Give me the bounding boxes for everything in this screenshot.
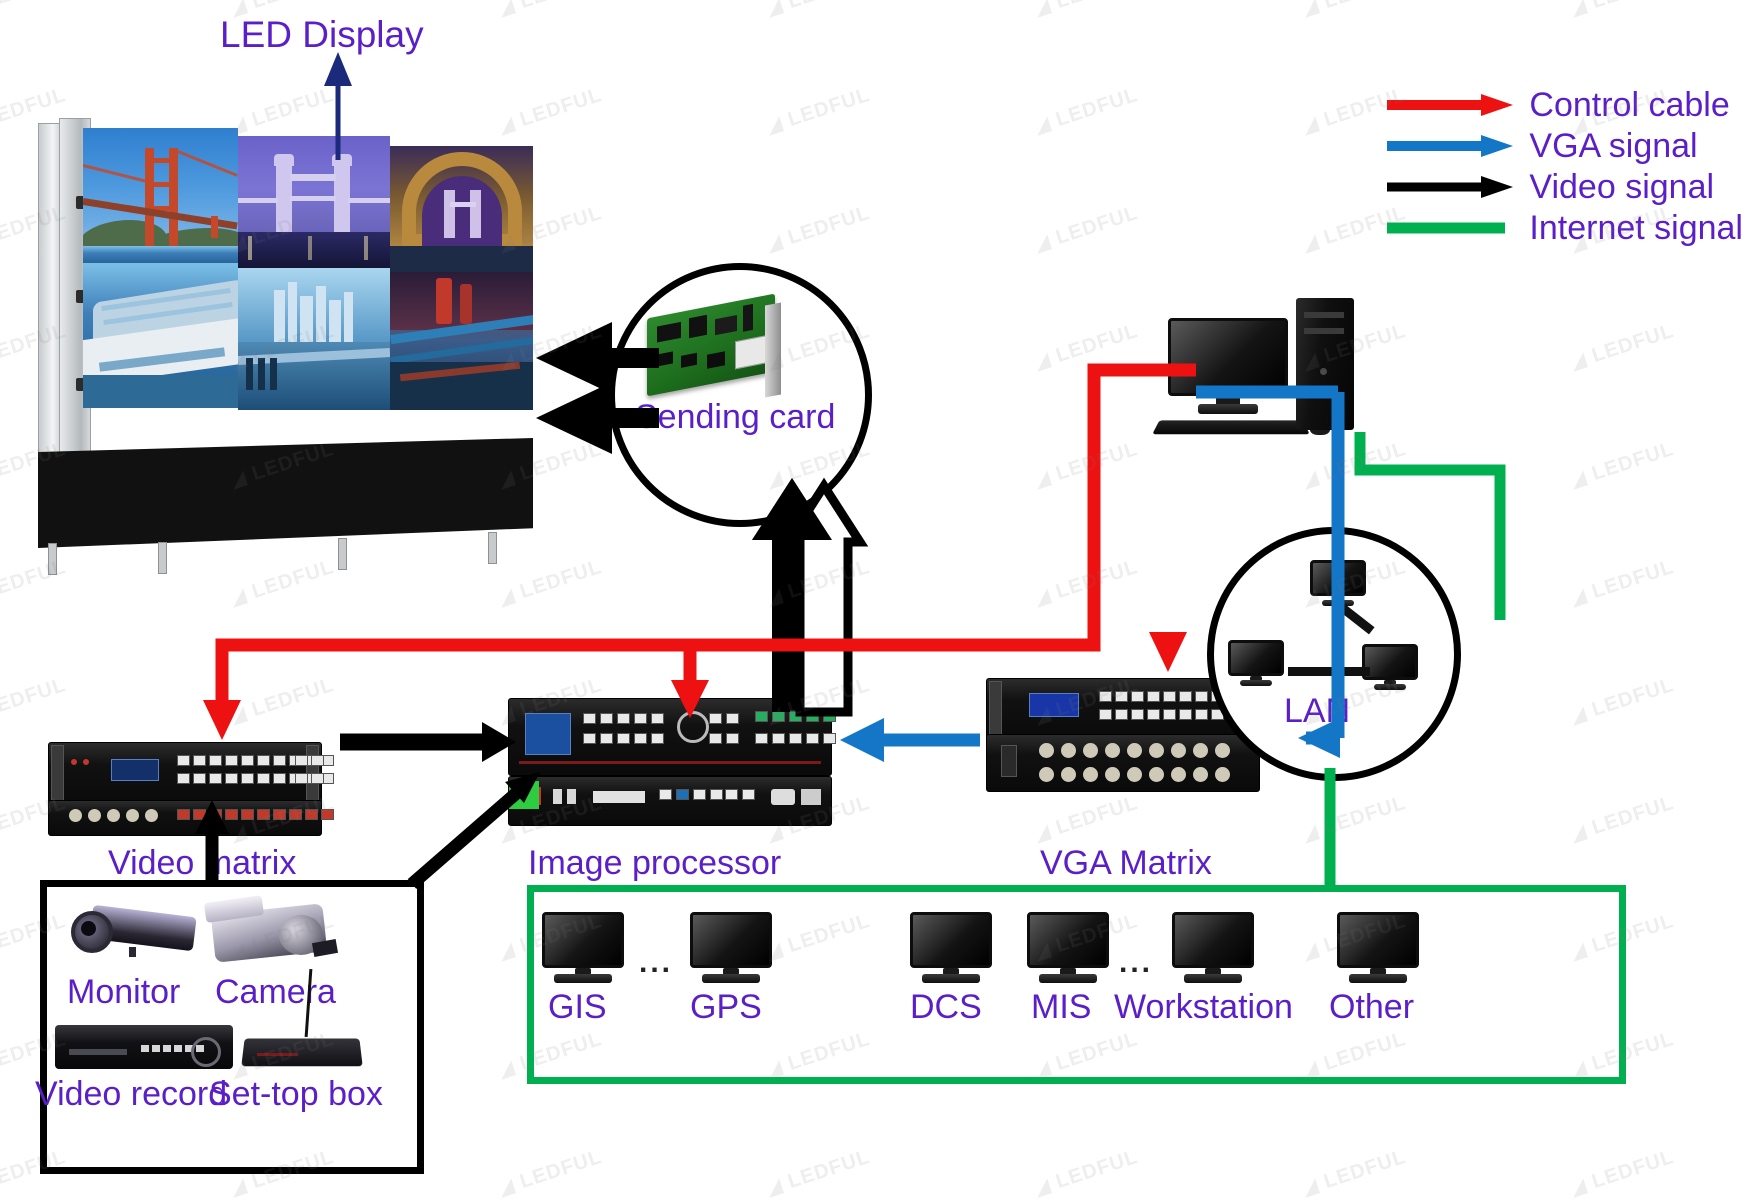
legend-item-internet-signal: Internet signal (1385, 207, 1743, 248)
legend-label: Video signal (1529, 167, 1715, 206)
legend-arrow-black (1387, 175, 1514, 198)
control-cable-red (203, 363, 1196, 740)
legend-item-control-cable: Control cable (1385, 84, 1743, 125)
legend-label: Control cable (1529, 85, 1730, 124)
legend: Control cable VGA signal Video signal In… (1385, 84, 1743, 248)
legend-line-green (1387, 222, 1506, 233)
internet-signal-green (1324, 432, 1506, 885)
legend-item-video-signal: Video signal (1385, 166, 1743, 207)
legend-item-vga-signal: VGA signal (1385, 125, 1743, 166)
legend-arrow-red (1387, 93, 1514, 116)
imageprocessor-to-sendingcard-arrow (752, 477, 869, 717)
legend-label: VGA signal (1529, 126, 1698, 165)
sources-to-videomatrix-arrow (195, 800, 229, 880)
videomatrix-to-imageprocessor-arrow (340, 722, 516, 762)
diagram-canvas: LED Display Sending card LAN Video matri… (0, 0, 1761, 1200)
led-display-pointer-arrow (324, 52, 352, 160)
sendingcard-to-display-arrows (536, 322, 659, 454)
sources-to-imageprocessor-arrow (407, 772, 540, 889)
legend-arrow-blue (1387, 134, 1514, 157)
legend-label: Internet signal (1529, 208, 1743, 247)
